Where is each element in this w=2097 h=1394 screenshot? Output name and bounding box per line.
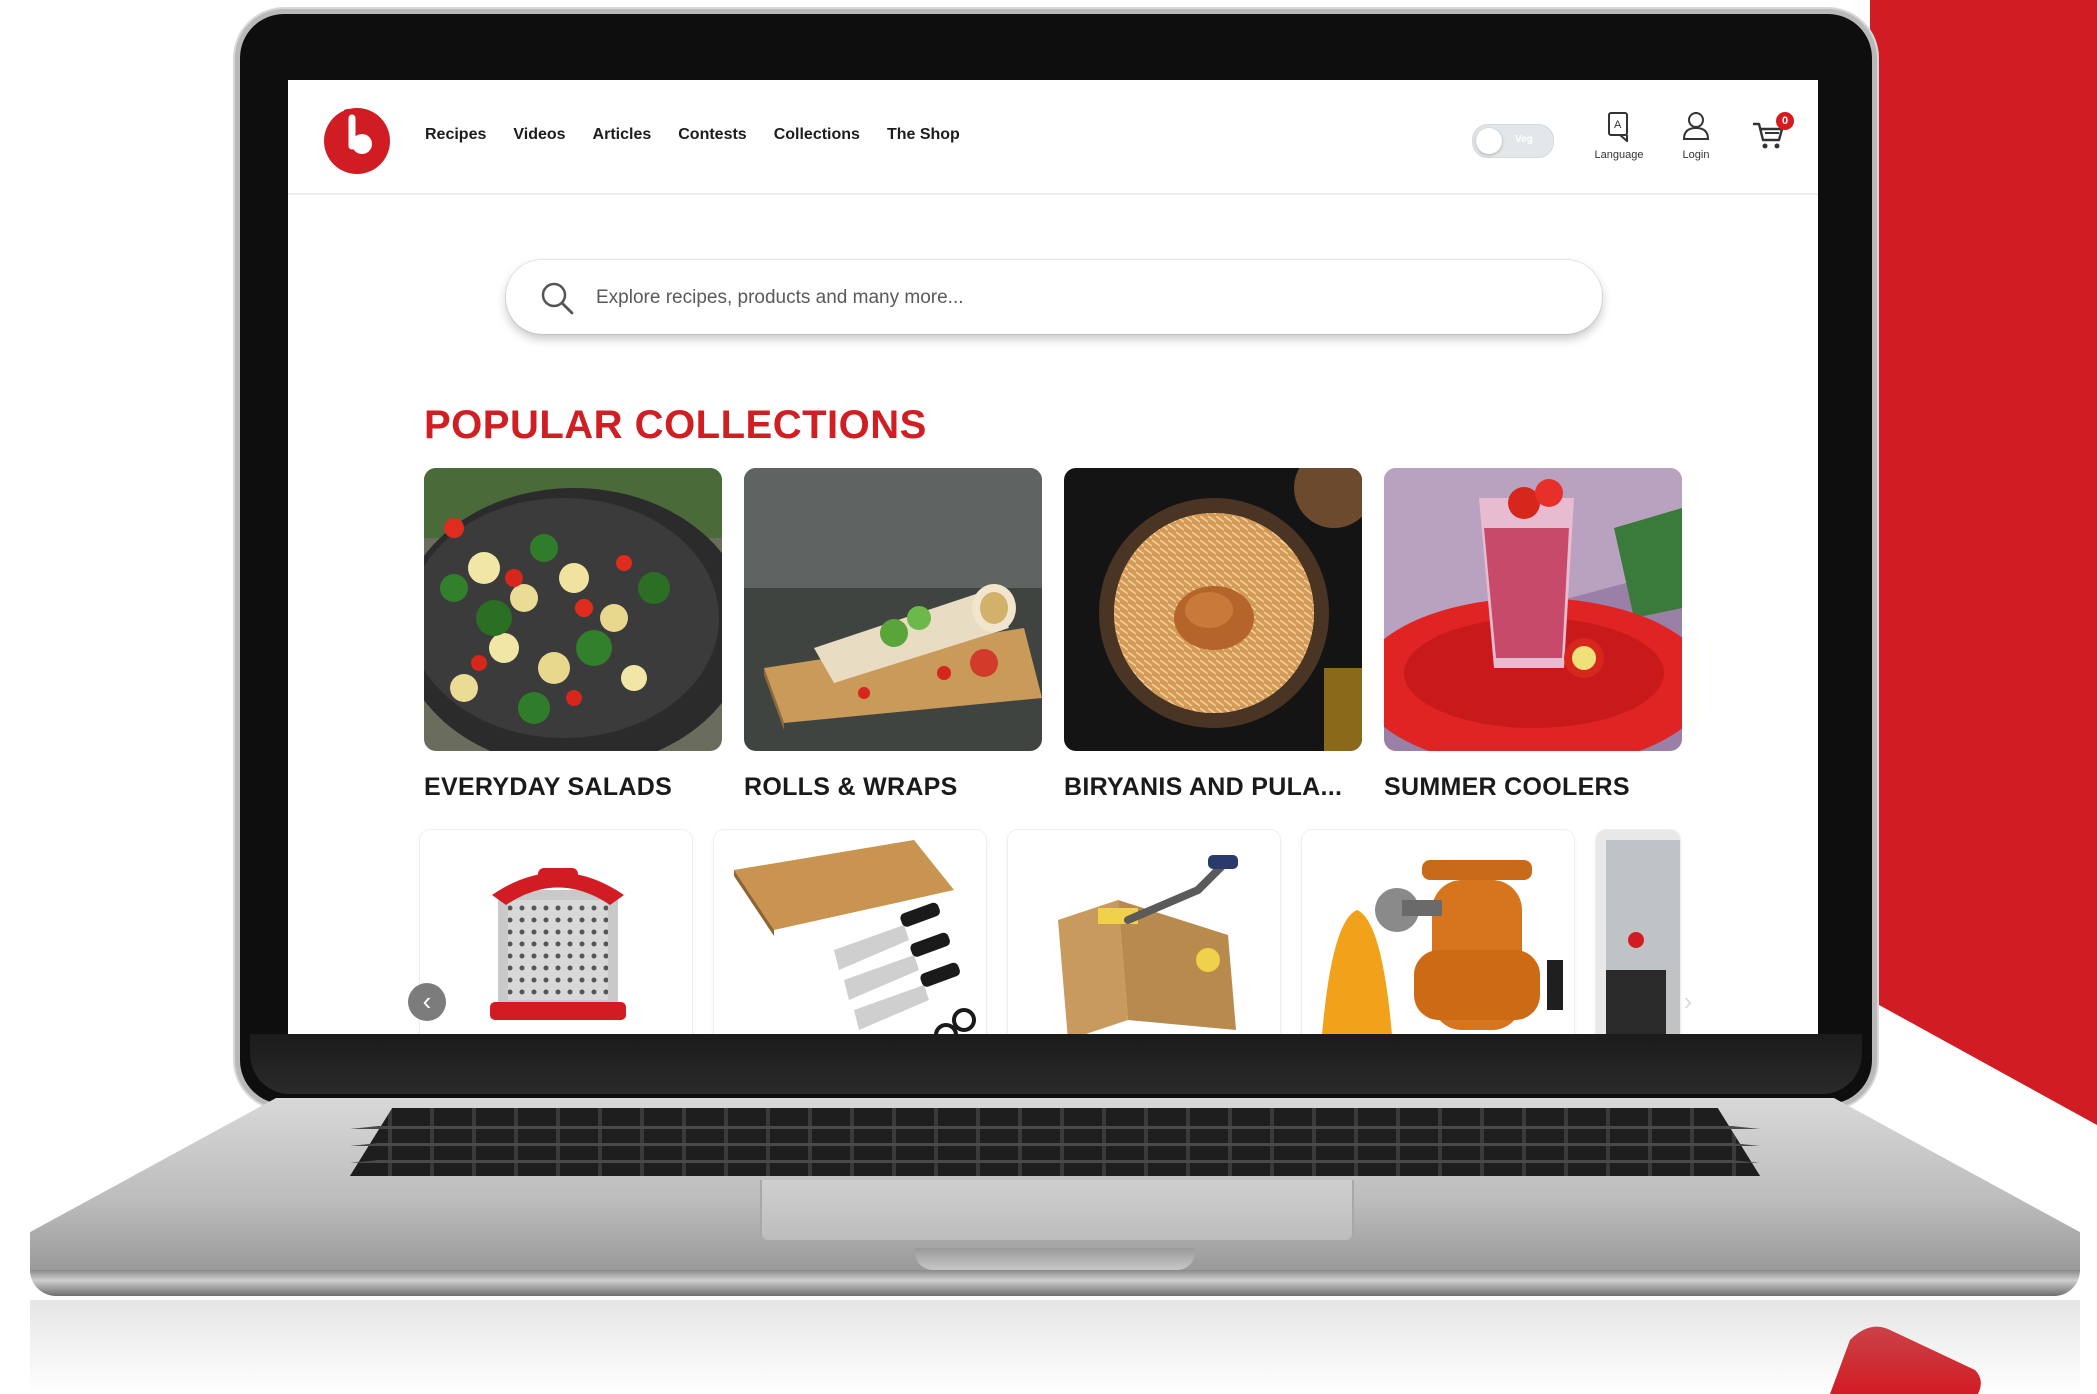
product-card[interactable] — [1302, 830, 1574, 1034]
knife-set-icon — [734, 840, 976, 1034]
collection-card-summer-coolers[interactable]: SUMMER COOLERS — [1384, 468, 1682, 802]
language-label: Language — [1594, 149, 1644, 161]
language-icon: A — [1608, 112, 1628, 144]
everyday-salads-image — [424, 468, 722, 751]
collection-title: EVERYDAY SALADS — [424, 773, 673, 801]
section-title-popular-collections: POPULAR COLLECTIONS — [424, 403, 927, 447]
collection-title: ROLLS & WRAPS — [744, 773, 958, 801]
juicer-icon — [1322, 860, 1563, 1034]
nav-item-contests[interactable]: Contests — [678, 126, 746, 144]
laptop-reflection — [30, 1300, 2080, 1394]
grater-icon — [490, 868, 626, 1020]
cart-button[interactable]: 0 — [1750, 112, 1794, 154]
search-icon[interactable] — [540, 281, 574, 315]
language-button[interactable]: A Language — [1586, 110, 1652, 161]
laptop-bezel-bottom — [250, 1034, 1862, 1094]
cart-count-badge: 0 — [1776, 112, 1794, 130]
site-header: Recipes Videos Articles Contests Collect… — [288, 80, 1818, 195]
svg-text:A: A — [1614, 119, 1622, 131]
main-nav: Recipes Videos Articles Contests Collect… — [425, 126, 960, 144]
slicer-icon — [1058, 855, 1238, 1034]
toggle-label: Veg — [1515, 134, 1533, 145]
collection-card-everyday-salads[interactable]: EVERYDAY SALADS — [424, 468, 722, 802]
carousel-next-button[interactable]: › — [1673, 983, 1703, 1021]
nav-item-videos[interactable]: Videos — [513, 126, 565, 144]
nav-item-articles[interactable]: Articles — [593, 126, 652, 144]
nav-item-recipes[interactable]: Recipes — [425, 126, 486, 144]
product-card[interactable] — [1008, 830, 1280, 1034]
collection-title: BIRYANIS AND PULA... — [1064, 773, 1343, 801]
nav-item-collections[interactable]: Collections — [774, 126, 860, 144]
collection-card-rolls-wraps[interactable]: ROLLS & WRAPS — [744, 468, 1042, 802]
keyboard-row — [350, 1126, 1760, 1129]
collection-title: SUMMER COOLERS — [1384, 773, 1630, 801]
product-card[interactable] — [714, 830, 986, 1034]
laptop-keyboard — [350, 1108, 1760, 1176]
toggle-knob — [1476, 128, 1502, 154]
product-card[interactable] — [1596, 830, 1680, 1034]
search-bar — [506, 260, 1602, 334]
laptop-notch — [915, 1248, 1195, 1270]
user-icon — [1682, 112, 1710, 140]
veg-toggle[interactable]: Veg — [1472, 124, 1554, 158]
carousel-prev-button[interactable]: ‹ — [408, 983, 446, 1021]
rolls-wraps-image — [744, 468, 1042, 751]
summer-coolers-image — [1384, 468, 1682, 751]
keyboard-row — [350, 1143, 1760, 1146]
search-input[interactable] — [594, 280, 1558, 316]
login-label: Login — [1682, 149, 1710, 161]
login-button[interactable]: Login — [1674, 110, 1718, 161]
product-card[interactable] — [420, 830, 692, 1034]
collection-card-biryanis[interactable]: BIRYANIS AND PULA... — [1064, 468, 1362, 802]
browser-screen: Recipes Videos Articles Contests Collect… — [288, 80, 1818, 1034]
kitchen-tool-icon — [1596, 830, 1680, 1034]
brand-logo-icon[interactable] — [322, 104, 392, 174]
laptop-trackpad — [760, 1180, 1354, 1242]
keyboard-row — [350, 1160, 1760, 1163]
laptop-base-front — [30, 1270, 2080, 1296]
nav-item-the-shop[interactable]: The Shop — [887, 126, 960, 144]
biryanis-image — [1064, 468, 1362, 751]
